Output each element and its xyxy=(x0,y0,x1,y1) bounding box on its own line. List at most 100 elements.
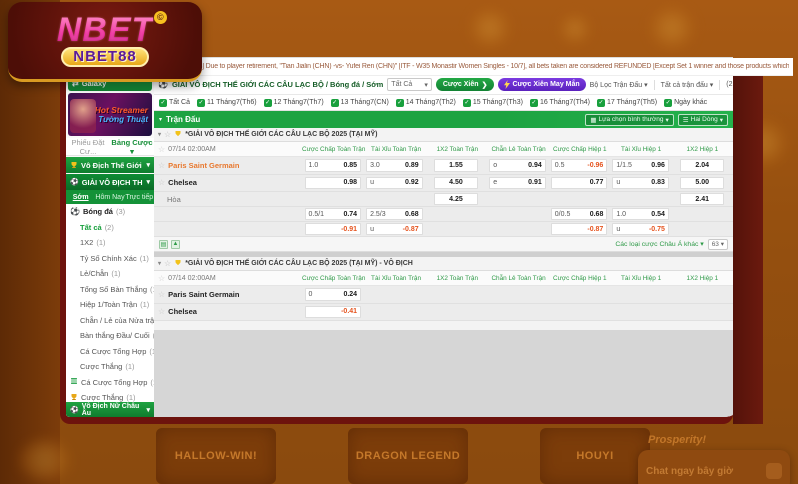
sidebar-menu-item[interactable]: Tỷ Số Chính Xác(1) xyxy=(66,251,154,267)
collapse-icon[interactable]: ▾ xyxy=(158,260,161,267)
odds-cell[interactable]: -0.41 xyxy=(305,306,362,319)
league-header-row[interactable]: ▾☆*GIẢI VÔ ĐỊCH THẾ GIỚI CÁC CÂU LẠC BỘ … xyxy=(154,257,733,271)
odds-cell[interactable]: 0/0.50.68 xyxy=(551,208,608,221)
star-icon[interactable]: ☆ xyxy=(158,307,165,316)
sidebar-item-womens-euro[interactable]: ⚽ Vô Địch Nữ Châu Âu ▾ xyxy=(66,402,154,417)
sidebar-item-world-championship[interactable]: Vô Địch Thế Giới ▾ xyxy=(66,157,154,173)
subtab-today[interactable]: Hôm Nay xyxy=(95,194,124,201)
sidebar-menu-item[interactable]: Tất cả(2) xyxy=(66,220,154,236)
layout-mode-select[interactable]: ☰ Hai Dòng ▾ xyxy=(678,114,728,126)
stats-icon[interactable]: ▤ xyxy=(159,240,168,249)
sidebar-menu-item[interactable]: Cược Thắng(1) xyxy=(66,390,154,402)
market-filter-select[interactable]: Tất Cả ▾ xyxy=(387,78,432,91)
odds-cell[interactable]: 4.50 xyxy=(434,177,478,190)
display-mode-select[interactable]: ▦ Lựa chọn bình thường ▾ xyxy=(585,114,673,126)
chevron-down-icon: ▾ xyxy=(666,116,669,124)
odds-cell[interactable]: -0.87 xyxy=(551,223,608,236)
star-icon[interactable]: ☆ xyxy=(158,145,165,154)
divider xyxy=(719,80,720,90)
sidebar-menu-count: (2) xyxy=(105,223,114,232)
column-header: 1X2 Toàn Trận xyxy=(427,275,488,282)
parlay-button[interactable]: Cược Xiên ❯ xyxy=(436,78,495,91)
odds-cell[interactable]: u0.83 xyxy=(612,177,669,190)
sidebar-item-club-world-cup[interactable]: ⚽ GIẢI VÔ ĐỊCH THẾ GIỚI ... ▾ xyxy=(66,174,154,190)
odds-cell[interactable]: u0.92 xyxy=(366,177,423,190)
date-filter-chip[interactable]: ✓Tất Cả xyxy=(159,99,190,107)
odds-cell[interactable]: u-0.87 xyxy=(366,223,423,236)
date-filter-chip[interactable]: ✓17 Tháng7(Th5) xyxy=(597,99,657,107)
date-filter-chip[interactable]: ✓Ngày khác xyxy=(664,99,707,107)
odds-cell[interactable]: 5.00 xyxy=(680,177,724,190)
odds-cell[interactable]: 00.24 xyxy=(305,288,362,301)
team-cell: ☆Paris Saint Germain xyxy=(154,290,302,299)
odds-value: 0.54 xyxy=(651,211,665,218)
sidebar-menu-item[interactable]: 1X2(1) xyxy=(66,235,154,251)
all-matches-dropdown[interactable]: Tất cả trận đấu ▾ xyxy=(661,81,714,89)
date-filter-chip[interactable]: ✓11 Tháng7(Th6) xyxy=(197,99,257,107)
match-section-bar: ▾ Trận Đấu ▦ Lựa chọn bình thường ▾ ☰ Ha… xyxy=(154,111,733,128)
sidebar-menu-item[interactable]: Chẵn / Lẻ của Nửa trận/T...(1) xyxy=(66,313,154,329)
sidebar-menu-item[interactable]: Cá Cược Tổng Hợp(1) xyxy=(66,375,154,391)
sidebar-menu-count: (3) xyxy=(116,207,125,216)
nbet-logo[interactable]: NBET© NBET88 xyxy=(8,2,202,82)
display-mode-label: Lựa chọn bình thường xyxy=(599,116,664,123)
league-header-row[interactable]: ▾☆*GIẢI VÔ ĐỊCH THẾ GIỚI CÁC CÂU LẠC BỘ … xyxy=(154,128,733,142)
star-icon[interactable]: ☆ xyxy=(164,259,171,268)
sidebar-menu-item[interactable]: Tổng Số Bàn Thắng(1) xyxy=(66,282,154,298)
team-name: Chelsea xyxy=(168,178,197,187)
more-bets-dropdown[interactable]: Các loại cược Châu Á khác ▾ xyxy=(615,240,703,248)
odds-cell[interactable]: 1.55 xyxy=(434,159,478,172)
date-filter-chip[interactable]: ✓16 Tháng7(Th4) xyxy=(530,99,590,107)
collapse-icon[interactable]: ▾ xyxy=(159,116,162,123)
odds-cell[interactable]: 3.00.89 xyxy=(366,159,423,172)
odds-cell[interactable]: 0.77 xyxy=(551,177,608,190)
date-filter-chip[interactable]: ✓13 Tháng7(CN) xyxy=(331,99,389,107)
chart-icon[interactable]: ▲ xyxy=(171,240,180,249)
odds-cell[interactable]: 2.04 xyxy=(680,159,724,172)
odds-cell[interactable]: 4.25 xyxy=(434,193,478,206)
sidebar-menu-item[interactable]: Hiệp 1/Toàn Trận(1) xyxy=(66,297,154,313)
odds-cell[interactable]: 1/1.50.96 xyxy=(612,159,669,172)
odds-cell[interactable]: 2.5/30.68 xyxy=(366,208,423,221)
chat-widget[interactable]: Chat ngay bây giờ xyxy=(638,450,790,484)
sidebar-menu-item[interactable]: Cược Thắng(1) xyxy=(66,359,154,375)
sidebar-menu-item[interactable]: Lẻ/Chẵn(1) xyxy=(66,266,154,282)
odds-cell[interactable]: 0.5-0.96 xyxy=(551,159,608,172)
odds-cell[interactable]: o0.94 xyxy=(489,159,546,172)
sidebar-menu-item[interactable]: ⚽Bóng đá(3) xyxy=(66,204,154,220)
sidebar-menu-label: Lẻ/Chẵn xyxy=(80,269,108,278)
sidebar-menu-item[interactable]: Cá Cược Tổng Hợp(1) xyxy=(66,344,154,360)
odds-cell[interactable]: -0.91 xyxy=(305,223,362,236)
column-header: Chẵn Lẻ Toàn Trận xyxy=(488,146,549,153)
logo-pill: NBET88 xyxy=(61,47,149,67)
subtab-early[interactable]: Sớm xyxy=(66,194,95,201)
tab-bet-slip[interactable]: Phiếu Đặt Cư... xyxy=(66,138,110,156)
odds-cell[interactable]: 0.98 xyxy=(305,177,362,190)
match-filter-dropdown[interactable]: Bộ Lọc Trận Đấu ▾ xyxy=(590,81,648,89)
odds-cell[interactable]: e0.91 xyxy=(489,177,546,190)
odds-row: ☆Chelsea 0.98 u0.92 4.50 e0.91 0.77 u0.83 5.00 xyxy=(154,175,733,193)
date-filter-chip[interactable]: ✓14 Tháng7(Th2) xyxy=(396,99,456,107)
all-matches-label: Tất cả trận đấu xyxy=(661,82,708,89)
star-icon[interactable]: ☆ xyxy=(158,274,165,283)
star-icon[interactable]: ☆ xyxy=(158,178,165,187)
star-icon[interactable]: ☆ xyxy=(158,290,165,299)
odds-cell[interactable]: 1.00.85 xyxy=(305,159,362,172)
star-icon[interactable]: ☆ xyxy=(158,161,165,170)
star-icon[interactable]: ☆ xyxy=(164,130,171,139)
subtab-live[interactable]: Trực tiếp xyxy=(125,194,154,201)
date-filter-chip[interactable]: ✓15 Tháng7(Th3) xyxy=(463,99,523,107)
bet-count-dropdown[interactable]: 63 ▾ xyxy=(708,239,728,250)
layout-mode-label: Hai Dòng xyxy=(691,116,718,123)
collapse-icon[interactable]: ▾ xyxy=(158,131,161,138)
sidebar-menu-item[interactable]: Bàn thắng Đầu/ Cuối(1) xyxy=(66,328,154,344)
date-filter-chip[interactable]: ✓12 Tháng7(Th7) xyxy=(264,99,324,107)
odds-cell[interactable]: 2.41 xyxy=(680,193,724,206)
odds-cell[interactable]: 1.00.54 xyxy=(612,208,669,221)
odds-value: 4.25 xyxy=(449,196,463,203)
odds-cell[interactable]: u-0.75 xyxy=(612,223,669,236)
tab-bet-board[interactable]: Bảng Cược ▾ xyxy=(110,138,154,156)
hot-streamer-banner[interactable]: Hot Streamer Tường Thuật xyxy=(68,93,152,136)
lucky-parlay-button[interactable]: Cược Xiên May Mắn xyxy=(498,78,585,91)
odds-cell[interactable]: 0.5/10.74 xyxy=(305,208,362,221)
